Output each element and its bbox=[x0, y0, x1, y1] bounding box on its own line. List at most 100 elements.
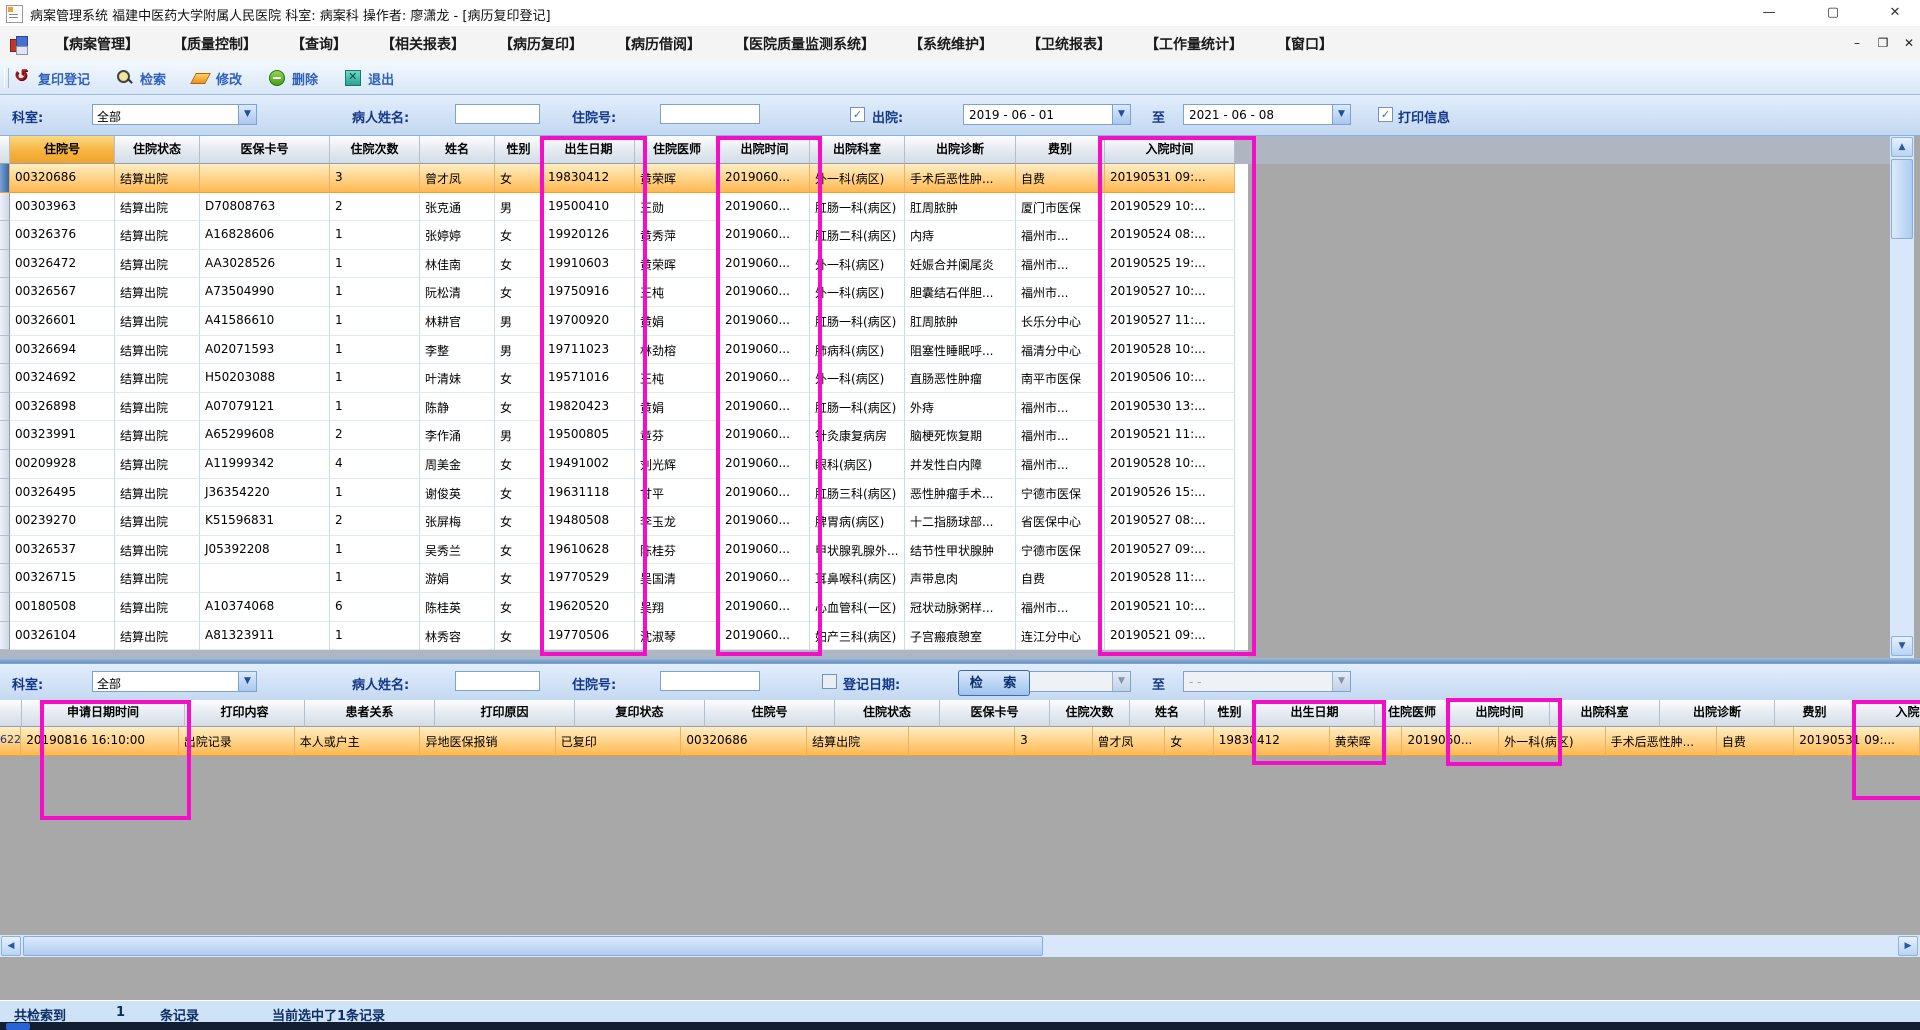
top-column-header-7[interactable]: 住院医师 bbox=[635, 136, 720, 164]
top-column-header-4[interactable]: 姓名 bbox=[420, 136, 495, 164]
menu-item-5[interactable]: 【病历借阅】 bbox=[617, 34, 701, 54]
bottom-column-header-13[interactable]: 出院时间 bbox=[1450, 700, 1550, 727]
top-column-header-0[interactable]: 住院号 bbox=[10, 136, 115, 164]
top-column-header-12[interactable]: 入院时间 bbox=[1105, 136, 1235, 164]
bottom-column-header-10[interactable]: 性别 bbox=[1205, 700, 1255, 727]
menu-item-7[interactable]: 【系统维护】 bbox=[909, 34, 993, 54]
modify-button[interactable]: 修改 bbox=[192, 69, 242, 88]
discharge-checkbox[interactable] bbox=[850, 107, 865, 122]
mdi-minimize-icon[interactable]: – bbox=[1846, 33, 1868, 53]
discharge-date-to[interactable]: 2021 - 06 - 08 ▼ bbox=[1183, 104, 1351, 125]
minimize-icon[interactable]: — bbox=[1746, 0, 1792, 26]
patient-name-input[interactable] bbox=[455, 671, 540, 691]
table-row[interactable]: 00303963 结算出院 D70808763 2 张克通男 19500410 王勋 2019… bbox=[0, 192, 1248, 222]
table-row[interactable]: 00326898 结算出院 A07079121 1 陈静女 19820423 黄娟 20190… bbox=[0, 392, 1248, 422]
horizontal-scrollbar[interactable]: ◀ ▶ bbox=[0, 935, 1920, 957]
top-column-header-1[interactable]: 住院状态 bbox=[115, 136, 200, 164]
chevron-down-icon[interactable]: ▼ bbox=[1112, 105, 1130, 124]
admission-no-input[interactable] bbox=[660, 104, 760, 124]
menu-item-6[interactable]: 【医院质量监测系统】 bbox=[735, 34, 875, 54]
top-column-header-11[interactable]: 费别 bbox=[1016, 136, 1105, 164]
table-row[interactable]: 00326694 结算出院 A02071593 1 李整男 19711023 林劲榕 2019… bbox=[0, 335, 1248, 365]
admission-no-input[interactable] bbox=[660, 671, 760, 691]
search-button[interactable]: 检 索 bbox=[958, 670, 1030, 696]
table-row[interactable]: 00323991 结算出院 A65299608 2 李作涌男 19500805 章芬 2019… bbox=[0, 421, 1248, 450]
table-row[interactable]: 00239270 结算出院 K51596831 2 张屏梅女 19480508 李玉龙 201… bbox=[0, 507, 1248, 536]
patient-name-input[interactable] bbox=[455, 104, 540, 124]
copy-register-button[interactable]: 复印登记 bbox=[14, 66, 90, 88]
bottom-column-header-14[interactable]: 出院科室 bbox=[1550, 700, 1660, 727]
menu-item-1[interactable]: 【质量控制】 bbox=[173, 34, 257, 54]
maximize-icon[interactable]: ▢ bbox=[1810, 0, 1856, 26]
bottom-column-header-11[interactable]: 出生日期 bbox=[1255, 700, 1375, 727]
close-icon[interactable]: ✕ bbox=[1872, 0, 1918, 26]
top-column-header-9[interactable]: 出院科室 bbox=[810, 136, 905, 164]
bottom-column-header-9[interactable]: 姓名 bbox=[1130, 700, 1205, 727]
table-row[interactable]: 00326472 结算出院 AA3028526 1 林佳南女 19910603 黄荣晖 201… bbox=[0, 249, 1248, 279]
menu-item-2[interactable]: 【查询】 bbox=[291, 34, 347, 54]
mdi-close-icon[interactable]: ✕ bbox=[1898, 33, 1920, 53]
search-button[interactable]: 检索 bbox=[116, 69, 166, 88]
bottom-column-header-4[interactable]: 复印状态 bbox=[575, 700, 705, 727]
bottom-column-header-0[interactable]: 申请日期时间 bbox=[22, 700, 185, 727]
table-row[interactable]: 00326376 结算出院 A16828606 1 张婷婷女 19920126 黄秀萍 201… bbox=[0, 221, 1248, 250]
table-row[interactable]: 00326715 结算出院 1 游娟女 19770529 吴国清 2019060... 耳鼻喉… bbox=[0, 564, 1248, 593]
bottom-column-header-15[interactable]: 出院诊断 bbox=[1660, 700, 1775, 727]
table-row[interactable]: 00209928 结算出院 A11999342 4 周美金女 19491002 刘光辉 201… bbox=[0, 449, 1248, 479]
table-row[interactable]: 00326495 结算出院 J36354220 1 谢俊英女 19631118 甘平 2019… bbox=[0, 478, 1248, 508]
top-column-header-8[interactable]: 出院时间 bbox=[720, 136, 810, 164]
discharge-date-from[interactable]: 2019 - 06 - 01 ▼ bbox=[963, 104, 1131, 125]
bottom-column-header-17[interactable]: 入院时间 bbox=[1855, 700, 1920, 727]
print-info-checkbox[interactable] bbox=[1378, 107, 1393, 122]
cell: 00320686 bbox=[10, 164, 115, 193]
menu-item-10[interactable]: 【窗口】 bbox=[1277, 34, 1333, 54]
cell: 20190525 19:... bbox=[1105, 249, 1235, 279]
cell: 结算出院 bbox=[115, 592, 200, 622]
menu-item-9[interactable]: 【工作量统计】 bbox=[1145, 34, 1243, 54]
dept-combobox[interactable]: 全部 ▼ bbox=[92, 671, 257, 692]
bottom-column-header-8[interactable]: 住院次数 bbox=[1050, 700, 1130, 727]
table-row[interactable]: 00320686 结算出院 3 曾才凤女 19830412 黄荣晖 2019060... 外一… bbox=[0, 164, 1248, 193]
scrollbar-thumb[interactable] bbox=[1891, 159, 1913, 239]
scroll-right-icon[interactable]: ▶ bbox=[1898, 936, 1918, 956]
top-column-header-2[interactable]: 医保卡号 bbox=[200, 136, 330, 164]
menu-item-4[interactable]: 【病历复印】 bbox=[499, 34, 583, 54]
table-row[interactable]: 00326537 结算出院 J05392208 1 吴秀兰女 19610628 陈桂芬 201… bbox=[0, 535, 1248, 565]
top-column-header-10[interactable]: 出院诊断 bbox=[905, 136, 1016, 164]
register-date-checkbox[interactable] bbox=[822, 674, 837, 689]
bottom-column-header-5[interactable]: 住院号 bbox=[705, 700, 835, 727]
vertical-scrollbar[interactable]: ▲ ▼ bbox=[1890, 136, 1914, 658]
top-column-header-3[interactable]: 住院次数 bbox=[330, 136, 420, 164]
scroll-up-icon[interactable]: ▲ bbox=[1891, 137, 1913, 157]
scroll-down-icon[interactable]: ▼ bbox=[1891, 636, 1913, 656]
menu-item-0[interactable]: 【病案管理】 bbox=[55, 34, 139, 54]
top-column-header-5[interactable]: 性别 bbox=[495, 136, 543, 164]
table-row[interactable]: 00326601 结算出院 A41586610 1 林耕官男 19700920 黄娟 2019… bbox=[0, 306, 1248, 336]
bottom-column-header-7[interactable]: 医保卡号 bbox=[940, 700, 1050, 727]
bottom-column-header-6[interactable]: 住院状态 bbox=[835, 700, 940, 727]
bottom-column-header-1[interactable]: 打印内容 bbox=[185, 700, 305, 727]
table-row[interactable]: 00324692 结算出院 H50203088 1 叶清妹女 19571016 王杶 2019… bbox=[0, 364, 1248, 393]
bottom-column-header-2[interactable]: 患者关系 bbox=[305, 700, 435, 727]
delete-button[interactable]: 删除 bbox=[268, 69, 318, 88]
cell: 陈静 bbox=[420, 392, 495, 422]
chevron-down-icon[interactable]: ▼ bbox=[238, 672, 256, 691]
table-row[interactable]: 622 20190816 16:10:00 出院记录 本人或户主 异地医保报销 已复印 00… bbox=[0, 727, 1920, 756]
chevron-down-icon[interactable]: ▼ bbox=[238, 105, 256, 124]
scrollbar-thumb[interactable] bbox=[23, 936, 1043, 956]
table-row[interactable]: 00326104 结算出院 A81323911 1 林秀容女 19770506 沈淑琴 201… bbox=[0, 621, 1248, 650]
table-row[interactable]: 00326567 结算出院 A73504990 1 阮松清女 19750916 王杶 2019… bbox=[0, 278, 1248, 307]
chevron-down-icon[interactable]: ▼ bbox=[1332, 105, 1350, 124]
menu-item-3[interactable]: 【相关报表】 bbox=[381, 34, 465, 54]
menu-item-8[interactable]: 【卫统报表】 bbox=[1027, 34, 1111, 54]
bottom-column-header-3[interactable]: 打印原因 bbox=[435, 700, 575, 727]
scroll-left-icon[interactable]: ◀ bbox=[1, 936, 21, 956]
dept-combobox[interactable]: 全部 ▼ bbox=[92, 104, 257, 125]
table-row[interactable]: 00180508 结算出院 A10374068 6 陈桂英女 19620520 吴翔 2019… bbox=[0, 592, 1248, 622]
exit-button[interactable]: 退出 bbox=[344, 69, 394, 88]
mdi-restore-icon[interactable]: ❐ bbox=[1872, 33, 1894, 53]
bottom-column-header-16[interactable]: 费别 bbox=[1775, 700, 1855, 727]
bottom-column-header-12[interactable]: 住院医师 bbox=[1375, 700, 1450, 727]
top-column-header-6[interactable]: 出生日期 bbox=[543, 136, 635, 164]
cell: 本人或户主 bbox=[294, 727, 421, 756]
